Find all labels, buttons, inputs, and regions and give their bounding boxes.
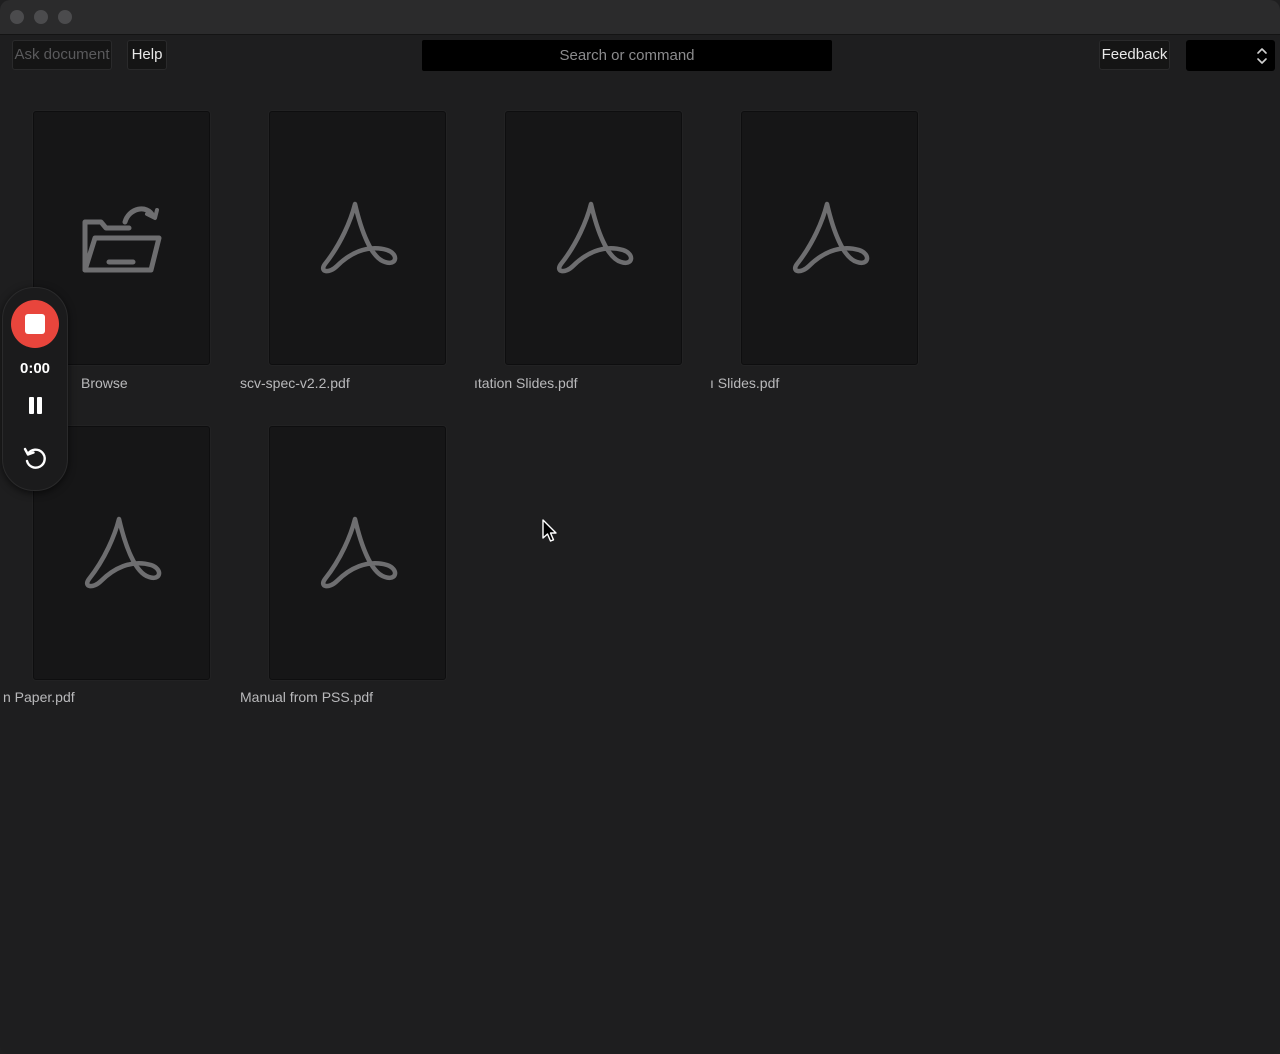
pdf-icon — [320, 201, 398, 274]
document-label: Browse — [81, 375, 128, 391]
ask-document-button[interactable]: Ask document — [12, 40, 112, 70]
zoom-window-button[interactable] — [58, 10, 72, 24]
document-card[interactable] — [269, 111, 446, 365]
document-label: n Paper.pdf — [3, 689, 75, 705]
search-input[interactable]: Search or command — [422, 40, 832, 71]
document-label: ı Slides.pdf — [710, 375, 780, 391]
pdf-icon — [84, 516, 162, 589]
screen-recorder-panel: 0:00 — [2, 287, 68, 491]
document-label: Manual from PSS.pdf — [240, 689, 374, 705]
recording-timer: 0:00 — [19, 360, 51, 377]
document-card[interactable] — [505, 111, 682, 365]
feedback-button[interactable]: Feedback — [1099, 40, 1170, 70]
stop-icon — [25, 314, 45, 334]
folder-open-icon — [82, 206, 162, 273]
restart-icon[interactable] — [22, 445, 48, 471]
stop-recording-button[interactable] — [11, 300, 59, 348]
document-label: ıtation Slides.pdf — [474, 375, 578, 391]
title-bar — [0, 0, 1280, 35]
document-card[interactable] — [269, 426, 446, 680]
document-grid: Browse scv-spec-v2.2.pdf ıtation Slides.… — [0, 77, 1280, 1054]
app-window: Ask document Help Search or command Feed… — [0, 0, 1280, 1054]
pdf-icon — [792, 201, 870, 274]
pdf-icon — [556, 201, 634, 274]
pdf-icon — [320, 516, 398, 589]
minimize-window-button[interactable] — [34, 10, 48, 24]
chevron-updown-icon — [1257, 48, 1267, 64]
workspace-select[interactable] — [1186, 40, 1275, 71]
toolbar: Ask document Help Search or command Feed… — [0, 35, 1280, 77]
document-label: scv-spec-v2.2.pdf — [240, 375, 350, 391]
pause-icon — [29, 397, 34, 414]
document-card[interactable] — [741, 111, 918, 365]
pause-recording-button[interactable] — [24, 394, 46, 418]
close-window-button[interactable] — [10, 10, 24, 24]
mouse-cursor-icon — [542, 519, 557, 542]
help-button[interactable]: Help — [127, 40, 167, 70]
